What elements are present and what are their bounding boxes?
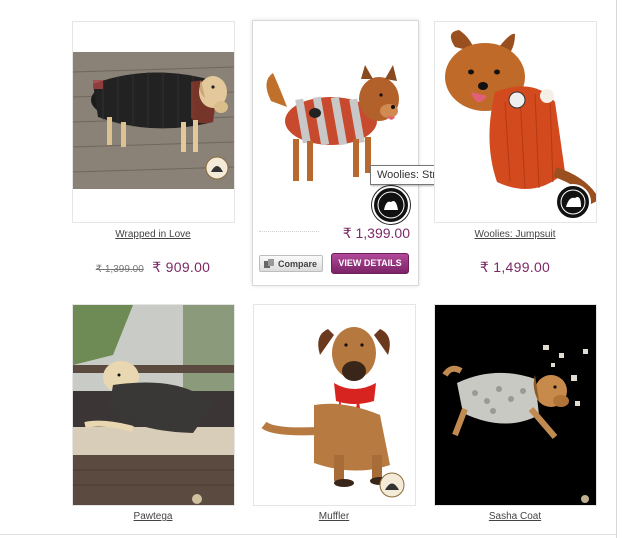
product-image-wrapped-in-love[interactable]: [72, 21, 235, 223]
compare-label: Compare: [278, 259, 318, 269]
price-row: ₹ 1,399.00 ₹ 909.00: [53, 259, 253, 277]
price-row: ₹ 1,499.00: [415, 259, 615, 277]
product-name-link[interactable]: Muffler: [234, 511, 434, 522]
product-image-pawtega[interactable]: [72, 304, 235, 506]
product-price: ₹ 1,499.00: [479, 259, 551, 275]
divider: [259, 231, 319, 232]
product-image-woolies-jumpsuit[interactable]: [434, 21, 597, 223]
product-card-hovered[interactable]: ₹ 1,399.00 Compare VIEW DETAILS: [252, 20, 419, 286]
sale-price: ₹ 909.00: [152, 259, 211, 275]
product-image-muffler[interactable]: [253, 304, 416, 506]
product-name-link[interactable]: Woolies: Jumpsuit: [415, 229, 615, 240]
product-name-link[interactable]: Wrapped in Love: [53, 229, 253, 240]
view-details-button[interactable]: VIEW DETAILS: [331, 253, 409, 274]
product-price: ₹ 1,399.00: [342, 225, 410, 241]
compare-icon: [264, 259, 274, 268]
brand-logo-badge: [372, 186, 410, 224]
page-right-border: [616, 0, 617, 538]
product-name-link[interactable]: Pawtega: [53, 511, 253, 522]
compare-button[interactable]: Compare: [259, 255, 323, 272]
page-bottom-border: [0, 534, 616, 535]
product-name-link[interactable]: Sasha Coat: [415, 511, 615, 522]
old-price: ₹ 1,399.00: [95, 264, 144, 275]
product-image-sasha-coat[interactable]: [434, 304, 597, 506]
